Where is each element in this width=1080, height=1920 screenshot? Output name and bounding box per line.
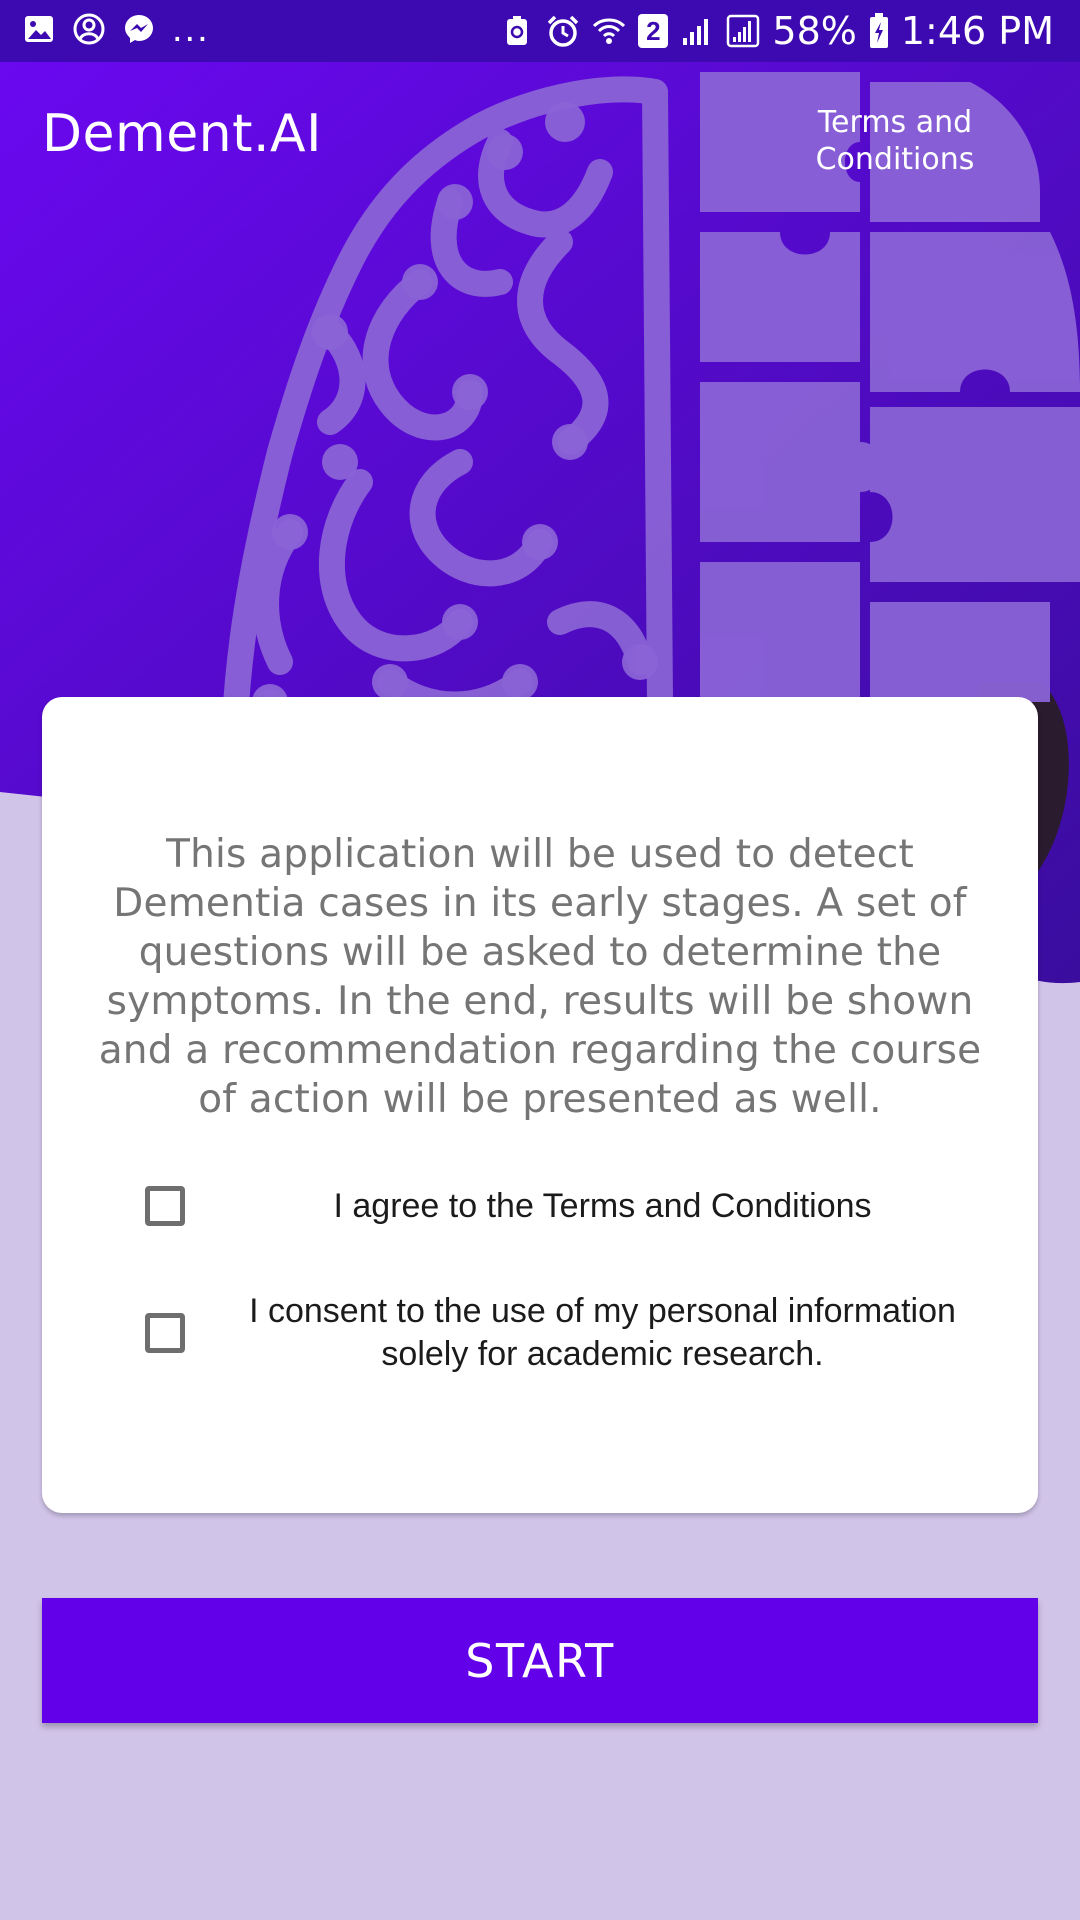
nfc-icon bbox=[507, 16, 528, 45]
battery-charging-icon bbox=[869, 13, 888, 48]
signal-icon bbox=[683, 19, 709, 45]
start-button[interactable]: START bbox=[42, 1598, 1038, 1723]
clock: 1:46 PM bbox=[900, 9, 1054, 53]
wifi-icon bbox=[593, 18, 626, 44]
sim-2-icon: 2 bbox=[638, 14, 669, 48]
status-bar-left: ... bbox=[22, 8, 210, 50]
status-bar-right: 2 58% 1:46 PM bbox=[500, 8, 1054, 54]
gallery-icon bbox=[25, 16, 53, 42]
app-title: Dement.AI bbox=[42, 104, 322, 164]
more-notifications-indicator: ... bbox=[172, 8, 210, 50]
terms-agreement-row: I agree to the Terms and Conditions bbox=[100, 1180, 1020, 1232]
alarm-icon bbox=[548, 15, 579, 47]
messenger-icon bbox=[125, 15, 153, 43]
status-bar: ... 2 58% 1:46 PM bbox=[0, 0, 1080, 62]
terms-and-conditions-link[interactable]: Terms and Conditions bbox=[780, 104, 1010, 178]
battery-percent: 58% bbox=[772, 9, 857, 53]
consent-card: This application will be used to detect … bbox=[42, 697, 1038, 1513]
terms-agreement-label[interactable]: I agree to the Terms and Conditions bbox=[185, 1185, 1020, 1228]
app-description: This application will be used to detect … bbox=[98, 832, 982, 1122]
terms-agreement-checkbox[interactable] bbox=[145, 1186, 185, 1226]
research-consent-checkbox[interactable] bbox=[145, 1313, 185, 1353]
signal-icon bbox=[727, 14, 760, 48]
account-circle-icon bbox=[73, 13, 105, 45]
research-consent-label[interactable]: I consent to the use of my personal info… bbox=[185, 1290, 1020, 1376]
research-consent-row: I consent to the use of my personal info… bbox=[100, 1289, 1020, 1377]
